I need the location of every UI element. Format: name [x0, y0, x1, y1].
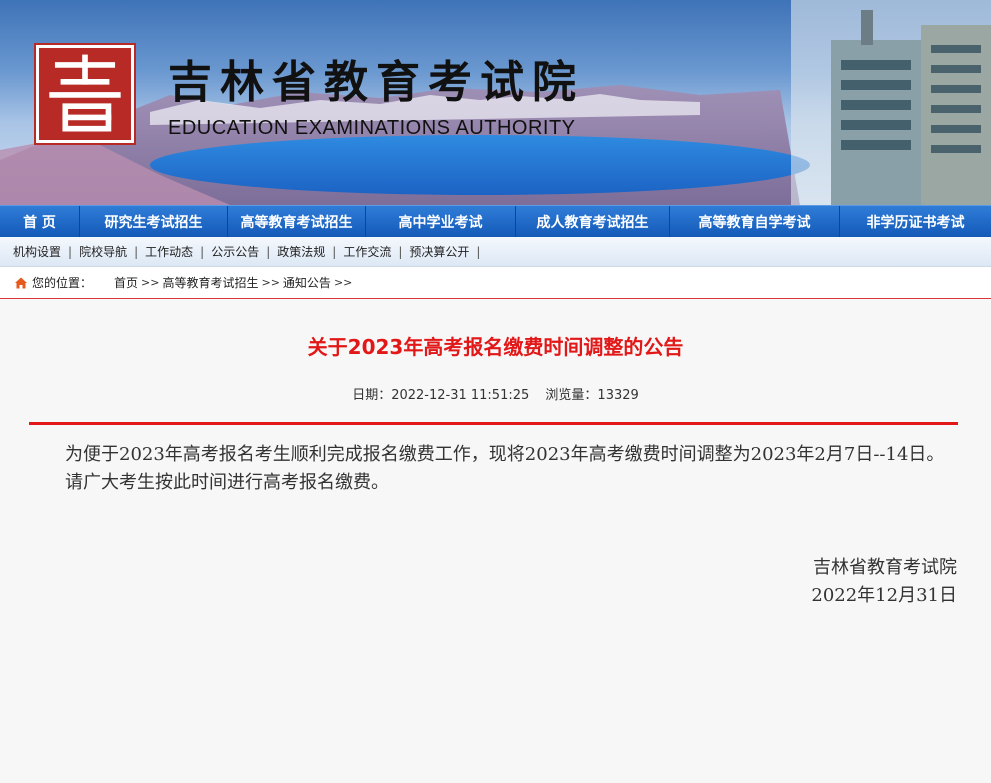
chevron-double-right-icon: >> — [333, 276, 353, 289]
nav-item-graduate[interactable]: 研究生考试招生 — [80, 206, 228, 237]
subnav-item-org[interactable]: 机构设置 — [13, 243, 61, 260]
kao-seal-logo[interactable] — [34, 43, 136, 145]
subnav-item-budget[interactable]: 预决算公开 — [409, 243, 469, 260]
chevron-double-right-icon: >> — [141, 276, 160, 289]
nav-item-home[interactable]: 首 页 — [0, 206, 80, 237]
breadcrumb-prefix: 您的位置： — [32, 276, 93, 290]
article-paragraph: 为便于2023年高考报名考生顺利完成报名缴费工作，现将2023年高考缴费时间调整… — [65, 444, 945, 465]
logo-glyph-icon — [49, 54, 121, 132]
site-banner: 吉林省教育考试院 EDUCATION EXAMINATIONS AUTHORIT… — [0, 0, 991, 205]
nav-item-adult-ed[interactable]: 成人教育考试招生 — [516, 206, 670, 237]
site-title-cn: 吉林省教育考试院 — [168, 57, 584, 108]
building-image — [791, 0, 991, 205]
subnav-item-news[interactable]: 工作动态 — [145, 243, 193, 260]
nav-item-higher-ed[interactable]: 高等教育考试招生 — [228, 206, 366, 237]
article-title: 关于2023年高考报名缴费时间调整的公告 — [307, 335, 684, 359]
breadcrumb: 您的位置： 首页 >> 高等教育考试招生 >> 通知公告 >> — [0, 267, 991, 299]
title-divider — [29, 422, 958, 425]
article-signature: 吉林省教育考试院 2022年12月31日 — [811, 554, 957, 610]
site-title-en: EDUCATION EXAMINATIONS AUTHORITY — [168, 117, 576, 139]
nav-item-high-school[interactable]: 高中学业考试 — [366, 206, 516, 237]
subnav-item-policy[interactable]: 政策法规 — [277, 243, 325, 260]
article-paragraph: 请广大考生按此时间进行高考报名缴费。 — [65, 472, 389, 493]
sub-nav: 机构设置 | 院校导航 | 工作动态 | 公示公告 | 政策法规 | 工作交流 | 预决算公… — [0, 237, 991, 267]
subnav-item-schools[interactable]: 院校导航 — [79, 243, 127, 260]
nav-item-certificate[interactable]: 非学历证书考试 — [840, 206, 991, 237]
article-body: 为便于2023年高考报名考生顺利完成报名缴费工作，现将2023年高考缴费时间调整… — [29, 441, 958, 497]
article-date: 日期：2022-12-31 11:51:25 — [352, 388, 530, 403]
breadcrumb-home[interactable]: 首页 — [114, 274, 138, 291]
subnav-item-exchange[interactable]: 工作交流 — [343, 243, 391, 260]
article-views: 浏览量：13329 — [545, 388, 639, 403]
nav-item-self-study[interactable]: 高等教育自学考试 — [670, 206, 840, 237]
breadcrumb-higher-ed[interactable]: 高等教育考试招生 — [162, 274, 258, 291]
article-content: 关于2023年高考报名缴费时间调整的公告 日期：2022-12-31 11:51… — [0, 299, 991, 783]
main-nav: 首 页 研究生考试招生 高等教育考试招生 高中学业考试 成人教育考试招生 高等教… — [0, 205, 991, 237]
signature-date: 2022年12月31日 — [811, 585, 957, 606]
home-icon — [15, 277, 27, 288]
signature-org: 吉林省教育考试院 — [813, 557, 957, 578]
chevron-double-right-icon: >> — [261, 276, 280, 289]
subnav-item-notices[interactable]: 公示公告 — [211, 243, 259, 260]
article-meta: 日期：2022-12-31 11:51:25 浏览量：13329 — [0, 384, 991, 403]
breadcrumb-notices[interactable]: 通知公告 — [283, 274, 331, 291]
